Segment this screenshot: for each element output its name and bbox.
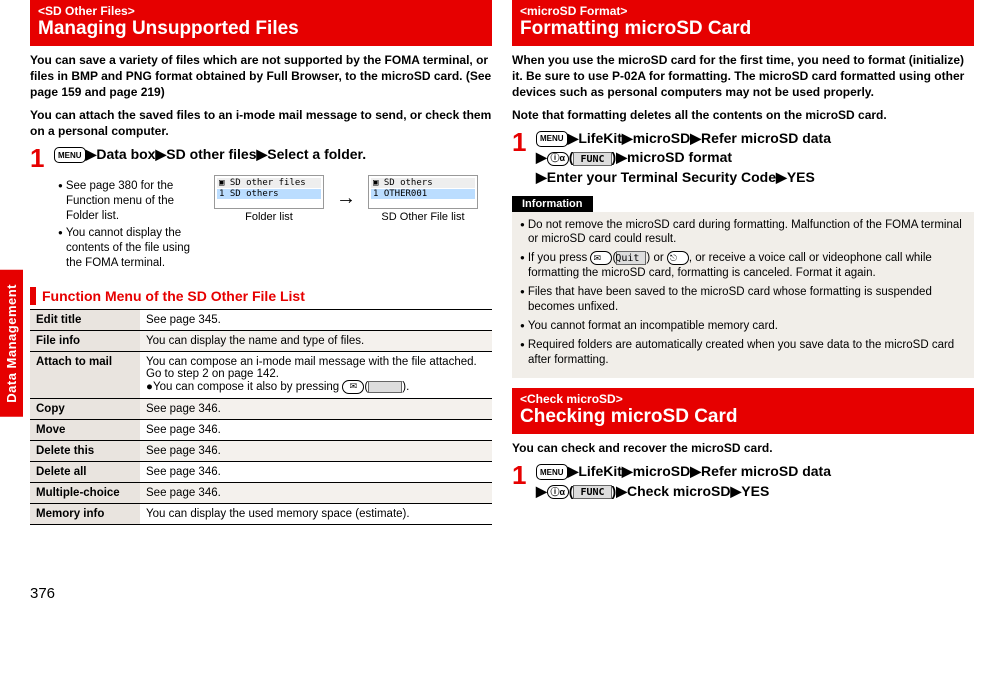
information-body: Do not remove the microSD card during fo… <box>512 212 974 378</box>
step-number: 1 <box>512 462 532 488</box>
intro-text: You can check and recover the microSD ca… <box>512 440 974 456</box>
information-block: Information Do not remove the microSD ca… <box>512 196 974 378</box>
table-row: CopySee page 346. <box>30 398 492 419</box>
step-body: MENU▶LifeKit▶microSD▶Refer microSD data … <box>536 462 974 501</box>
side-tab: Data Management <box>0 270 23 417</box>
end-key-icon: ⎋ <box>667 251 689 265</box>
quit-softkey-icon: Quit <box>616 251 646 265</box>
table-row: MoveSee page 346. <box>30 419 492 440</box>
intro-text-2: You can attach the saved files to an i-m… <box>30 107 492 139</box>
arrow-icon: → <box>336 187 356 210</box>
table-row: Edit titleSee page 345. <box>30 309 492 330</box>
step-part1: Data box <box>96 146 155 162</box>
mail-icon: ✉ <box>590 251 612 265</box>
func-softkey-icon: FUNC <box>573 485 611 499</box>
info-bullet: If you press ✉(Quit) or ⎋, or receive a … <box>520 251 966 281</box>
screen-sd-other-list: ▣ SD others 1 OTHER001 SD Other File lis… <box>368 175 478 223</box>
section-title: Managing Unsupported Files <box>38 18 484 40</box>
info-bullet: Do not remove the microSD card during fo… <box>520 218 966 248</box>
screen-caption: Folder list <box>214 211 324 223</box>
screen-folder-list: ▣ SD other files 1 SD others Folder list <box>214 175 324 223</box>
section-sub: <microSD Format> <box>520 4 966 18</box>
bullet: See page 380 for the Function menu of th… <box>58 179 200 224</box>
step-1-format: 1 MENU▶LifeKit▶microSD▶Refer microSD dat… <box>512 129 974 188</box>
table-row: Memory infoYou can display the used memo… <box>30 503 492 524</box>
intro-text-1: You can save a variety of files which ar… <box>30 52 492 101</box>
intro-text: Note that formatting deletes all the con… <box>512 107 974 123</box>
step-detail-row: See page 380 for the Function menu of th… <box>30 175 492 279</box>
table-row: File infoYou can display the name and ty… <box>30 330 492 351</box>
screen-image: ▣ SD other files 1 SD others <box>214 175 324 209</box>
menu-icon: MENU <box>536 464 568 480</box>
section-header-format: <microSD Format> Formatting microSD Card <box>512 0 974 46</box>
step-number: 1 <box>30 145 50 171</box>
i-alpha-icon: ⓘα <box>547 485 569 499</box>
table-row: Delete thisSee page 346. <box>30 440 492 461</box>
intro-text: When you use the microSD card for the fi… <box>512 52 974 101</box>
menu-icon: MENU <box>54 147 86 163</box>
screen-caption: SD Other File list <box>368 211 478 223</box>
step-1: 1 MENU▶Data box▶SD other files▶Select a … <box>30 145 492 171</box>
step-part2: SD other files <box>166 146 256 162</box>
sub-bullets: See page 380 for the Function menu of th… <box>58 179 200 271</box>
info-bullet: Required folders are automatically creat… <box>520 338 966 368</box>
step-part3: Select a folder. <box>267 146 366 162</box>
func-softkey-icon: FUNC <box>573 152 611 166</box>
section-header-check: <Check microSD> Checking microSD Card <box>512 388 974 434</box>
step-1-check: 1 MENU▶LifeKit▶microSD▶Refer microSD dat… <box>512 462 974 501</box>
right-column: <microSD Format> Formatting microSD Card… <box>512 0 974 525</box>
mail-icon: ✉ <box>342 380 364 394</box>
screen-image: ▣ SD others 1 OTHER001 <box>368 175 478 209</box>
menu-icon: MENU <box>536 131 568 147</box>
bullet: You cannot display the contents of the f… <box>58 226 200 271</box>
section-sub: <SD Other Files> <box>38 4 484 18</box>
page: Data Management <SD Other Files> Managin… <box>0 0 1004 545</box>
page-number: 376 <box>30 585 1004 602</box>
function-menu-title: Function Menu of the SD Other File List <box>42 288 305 304</box>
step-body: MENU▶Data box▶SD other files▶Select a fo… <box>54 145 492 165</box>
left-column: <SD Other Files> Managing Unsupported Fi… <box>30 0 492 525</box>
step-number: 1 <box>512 129 532 155</box>
table-row: Multiple-choiceSee page 346. <box>30 482 492 503</box>
info-bullet: Files that have been saved to the microS… <box>520 285 966 315</box>
section-title: Formatting microSD Card <box>520 18 966 40</box>
section-sub: <Check microSD> <box>520 392 966 406</box>
info-bullet: You cannot format an incompatible memory… <box>520 319 966 334</box>
information-header: Information <box>512 196 593 212</box>
screens: ▣ SD other files 1 SD others Folder list… <box>214 175 478 223</box>
section-title: Checking microSD Card <box>520 406 966 428</box>
table-row: Attach to mailYou can compose an i-mode … <box>30 351 492 398</box>
step-body: MENU▶LifeKit▶microSD▶Refer microSD data … <box>536 129 974 188</box>
table-row: Delete allSee page 346. <box>30 461 492 482</box>
section-header-sd-other: <SD Other Files> Managing Unsupported Fi… <box>30 0 492 46</box>
i-alpha-icon: ⓘα <box>547 152 569 166</box>
function-menu-header: Function Menu of the SD Other File List <box>30 287 492 305</box>
blank-softkey-icon <box>368 381 402 393</box>
function-menu-table: Edit titleSee page 345. File infoYou can… <box>30 309 492 525</box>
